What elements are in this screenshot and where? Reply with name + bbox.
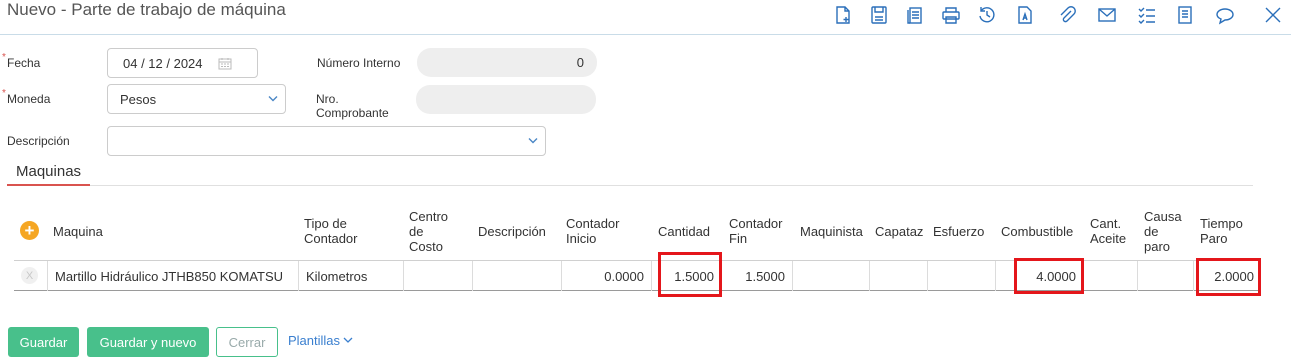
required-mark: * (2, 52, 6, 63)
save-button[interactable]: Guardar (8, 327, 79, 357)
cell-combustible[interactable]: 4.0000 (996, 261, 1084, 291)
header-tipo-contador: Tipo de Contador (304, 216, 358, 246)
save-icon[interactable] (868, 4, 890, 26)
cell-causa-paro[interactable] (1138, 261, 1194, 291)
cell-descripcion[interactable] (473, 261, 562, 291)
email-icon[interactable] (1096, 4, 1118, 26)
required-mark: * (2, 88, 6, 99)
close-button[interactable]: Cerrar (216, 327, 278, 357)
delete-row-button[interactable]: X (21, 267, 38, 284)
calendar-icon[interactable] (218, 57, 232, 70)
cell-tiempo-paro[interactable]: 2.0000 (1194, 261, 1261, 291)
save-and-new-button[interactable]: Guardar y nuevo (87, 327, 209, 357)
cell-maquinista[interactable] (793, 261, 870, 291)
chevron-down-icon (268, 96, 278, 103)
history-icon[interactable] (976, 4, 998, 26)
header-esfuerzo: Esfuerzo (933, 224, 985, 239)
cell-cantidad[interactable]: 1.5000 (652, 261, 722, 291)
header-contador-fin: Contador Fin (729, 216, 783, 246)
tab-bar: Maquinas (7, 158, 1253, 186)
header-maquinista: Maquinista (800, 224, 863, 239)
book-icon[interactable] (1174, 4, 1196, 26)
descripcion-label: Descripción (7, 134, 70, 148)
fecha-value: 04 / 12 / 2024 (123, 55, 203, 71)
numero-interno-label: Número Interno (317, 56, 401, 70)
cell-contador-inicio[interactable]: 0.0000 (562, 261, 652, 291)
moneda-label: Moneda (7, 92, 51, 106)
cell-esfuerzo[interactable] (928, 261, 996, 291)
cell-centro-costo[interactable] (404, 261, 473, 291)
moneda-select[interactable]: Pesos (107, 84, 286, 114)
header-causa-paro: Causa de paro (1144, 209, 1182, 254)
chevron-down-icon (343, 337, 353, 343)
new-document-icon[interactable] (832, 4, 854, 26)
header-combustible: Combustible (1001, 224, 1074, 239)
moneda-value: Pesos (120, 91, 157, 107)
header-tiempo-paro: Tiempo Paro (1200, 216, 1243, 246)
templates-dropdown[interactable]: Plantillas (288, 333, 353, 348)
row-delete-cell: X (14, 261, 48, 291)
header-maquina: Maquina (53, 224, 103, 239)
cell-maquina[interactable]: Martillo Hidráulico JTHB850 KOMATSU (48, 261, 299, 291)
header-descripcion: Descripción (478, 224, 546, 239)
cell-capataz[interactable] (870, 261, 928, 291)
add-row-button[interactable]: + (20, 221, 39, 240)
header-cantidad: Cantidad (658, 224, 711, 239)
nro-comprobante-label-line1: Nro. (316, 92, 339, 106)
header-contador-inicio: Contador Inicio (566, 216, 620, 246)
numero-interno-field: 0 (417, 48, 597, 77)
nro-comprobante-field (416, 85, 596, 114)
checklist-icon[interactable] (1136, 4, 1158, 26)
templates-label: Plantillas (288, 333, 341, 348)
cell-contador-fin[interactable]: 1.5000 (722, 261, 793, 291)
cell-tipo-contador[interactable]: Kilometros (299, 261, 404, 291)
copy-icon[interactable] (904, 4, 926, 26)
tab-maquinas[interactable]: Maquinas (7, 158, 91, 186)
chevron-down-icon (528, 138, 538, 145)
toolbar-divider (0, 34, 1291, 35)
nro-comprobante-label-line2: Comprobante (316, 106, 389, 120)
header-cant-aceite: Cant. Aceite (1090, 216, 1127, 246)
cell-cant-aceite[interactable] (1084, 261, 1138, 291)
print-icon[interactable] (940, 4, 962, 26)
table-row: X Martillo Hidráulico JTHB850 KOMATSU Ki… (14, 260, 1261, 291)
comment-icon[interactable] (1214, 4, 1236, 26)
close-icon[interactable] (1262, 4, 1284, 26)
fecha-label: Fecha (7, 56, 41, 70)
text-document-icon[interactable] (1014, 4, 1036, 26)
header-capataz: Capataz (875, 224, 924, 239)
header-centro-costo: Centro de Costo (409, 209, 449, 254)
fecha-date-input[interactable]: 04 / 12 / 2024 (107, 48, 258, 78)
toolbar (0, 0, 1291, 34)
attachment-icon[interactable] (1056, 4, 1078, 26)
numero-interno-value: 0 (576, 55, 584, 70)
descripcion-select[interactable] (107, 126, 546, 156)
